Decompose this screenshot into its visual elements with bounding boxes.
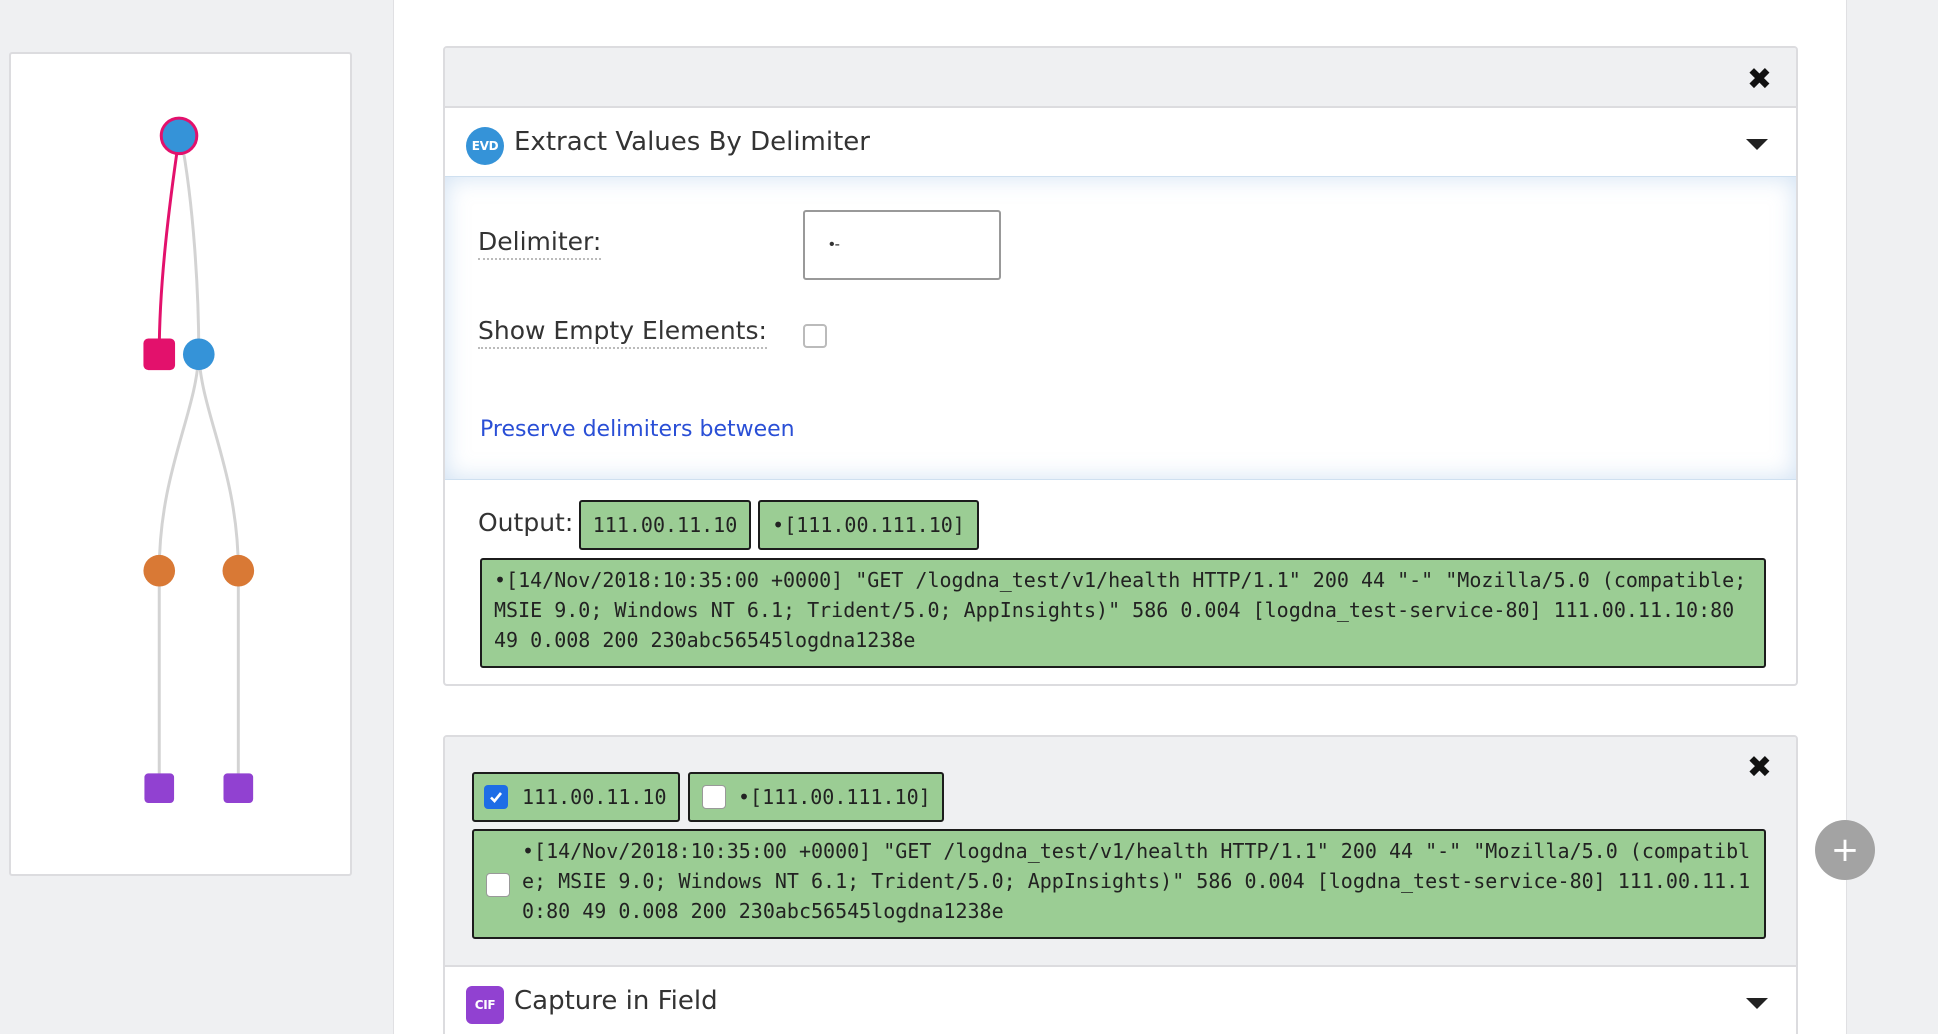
graph-node[interactable] <box>182 338 215 371</box>
step-config: Delimiter: Show Empty Elements: Preserve… <box>445 176 1796 480</box>
show-empty-label: Show Empty Elements: <box>478 316 767 349</box>
card-toolbar: ✖ 111.00.11.10 •[111.00.111.10] •[14/Nov… <box>445 737 1796 967</box>
graph-edge-selected <box>157 137 181 354</box>
graph-node[interactable] <box>144 773 175 803</box>
add-step-button[interactable]: + <box>1815 820 1875 880</box>
show-empty-checkbox[interactable] <box>803 324 827 348</box>
graph-edge <box>197 353 240 571</box>
close-icon[interactable]: ✖ <box>1747 753 1772 783</box>
delimiter-label: Delimiter: <box>478 227 602 260</box>
output-label: Output: <box>478 508 574 537</box>
graph-node-root[interactable] <box>159 116 199 156</box>
evd-step-card: ✖ EVD Extract Values By Delimiter Delimi… <box>443 46 1798 686</box>
evd-badge: EVD <box>466 127 504 165</box>
selection-value: 111.00.11.10 <box>522 785 667 809</box>
cif-step-card: ✖ 111.00.11.10 •[111.00.111.10] •[14/Nov… <box>443 735 1798 1034</box>
card-toolbar: ✖ <box>445 48 1796 108</box>
selection-value: •[111.00.111.10] <box>738 785 931 809</box>
graph-node-selected[interactable] <box>143 338 176 371</box>
selection-value: •[14/Nov/2018:10:35:00 +0000] "GET /logd… <box>522 839 1751 923</box>
graph-node[interactable] <box>143 554 176 587</box>
delimiter-input[interactable] <box>803 210 1001 280</box>
pipeline-graph-panel <box>9 52 352 876</box>
checkbox-unchecked-icon[interactable] <box>702 785 726 809</box>
selection-chip[interactable]: 111.00.11.10 <box>472 772 680 822</box>
chevron-down-icon[interactable] <box>1746 139 1768 150</box>
step-title: Capture in Field <box>514 986 718 1016</box>
graph-edge <box>179 137 201 354</box>
step-header[interactable]: CIF Capture in Field <box>445 969 1796 1034</box>
graph-node[interactable] <box>222 554 255 587</box>
output-chip: 111.00.11.10 <box>579 500 751 550</box>
output-chip: •[111.00.111.10] <box>758 500 979 550</box>
output-chip-long: •[14/Nov/2018:10:35:00 +0000] "GET /logd… <box>480 558 1766 668</box>
selection-chip-long[interactable]: •[14/Nov/2018:10:35:00 +0000] "GET /logd… <box>472 829 1766 939</box>
step-header[interactable]: EVD Extract Values By Delimiter <box>445 110 1796 176</box>
selection-chip[interactable]: •[111.00.111.10] <box>688 772 944 822</box>
pipeline-graph <box>143 116 255 803</box>
graph-node[interactable] <box>223 773 254 803</box>
checkbox-checked-icon[interactable] <box>484 785 508 809</box>
chevron-down-icon[interactable] <box>1746 998 1768 1009</box>
close-icon[interactable]: ✖ <box>1747 65 1772 95</box>
cif-badge: CIF <box>466 986 504 1024</box>
checkbox-unchecked-icon[interactable] <box>486 873 510 897</box>
main-column: ✖ EVD Extract Values By Delimiter Delimi… <box>393 0 1847 1034</box>
step-title: Extract Values By Delimiter <box>514 127 870 157</box>
graph-edge <box>157 353 201 571</box>
preserve-delimiters-link[interactable]: Preserve delimiters between <box>480 417 795 442</box>
